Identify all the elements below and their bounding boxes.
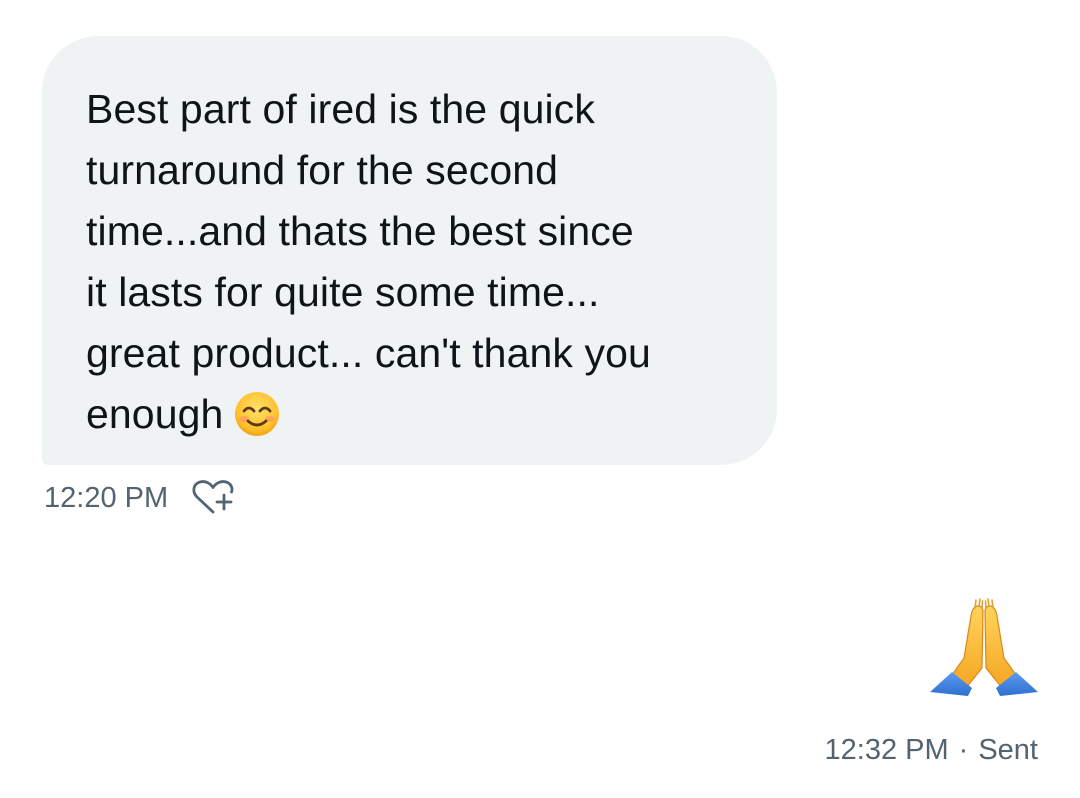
heart-plus-icon xyxy=(192,480,234,514)
message-text: Best part of ired is the quick turnaroun… xyxy=(86,86,651,437)
folded-hands-emoji[interactable] xyxy=(928,596,1040,708)
incoming-message-bubble[interactable]: Best part of ired is the quick turnaroun… xyxy=(42,36,777,465)
incoming-message-time: 12:20 PM xyxy=(44,481,169,514)
sent-status: Sent xyxy=(978,734,1038,766)
add-reaction-button[interactable] xyxy=(190,478,236,518)
meta-separator: · xyxy=(958,734,969,766)
outgoing-message-meta: 12:32 PM · Sent xyxy=(825,734,1038,767)
incoming-message-meta: 12:20 PM xyxy=(44,478,236,518)
outgoing-message-time: 12:32 PM xyxy=(824,734,949,766)
smiling-face-emoji xyxy=(235,392,280,436)
